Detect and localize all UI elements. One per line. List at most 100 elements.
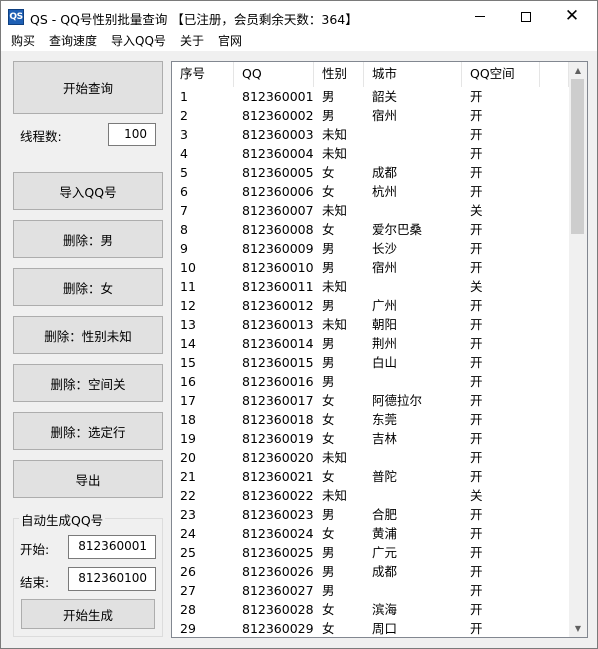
cell-city [364, 448, 462, 467]
cell-qzone: 开 [470, 260, 483, 275]
table-row[interactable]: 7 812360007 未知 关 [172, 201, 569, 220]
maximize-icon [521, 11, 531, 22]
delete-gender-unknown-button[interactable]: 删除：性别未知 [13, 316, 163, 354]
cell-qq: 812360004 [242, 146, 314, 161]
cell-qzone: 开 [470, 621, 483, 636]
cell-gender: 女 [322, 165, 335, 180]
table-row[interactable]: 25 812360025 男 广元 开 [172, 543, 569, 562]
cell-gender: 未知 [322, 450, 348, 465]
cell-gender: 女 [322, 222, 335, 237]
cell-qzone: 开 [470, 545, 483, 560]
table-row[interactable]: 14 812360014 男 荆州 开 [172, 334, 569, 353]
cell-index: 26 [180, 564, 196, 579]
column-header-index[interactable]: 序号 [172, 62, 234, 87]
menu-buy[interactable]: 购买 [1, 32, 42, 51]
cell-gender: 女 [322, 393, 335, 408]
table-row[interactable]: 23 812360023 男 合肥 开 [172, 505, 569, 524]
table-row[interactable]: 11 812360011 未知 关 [172, 277, 569, 296]
cell-city: 广元 [372, 545, 398, 560]
cell-index: 24 [180, 526, 196, 541]
cell-qzone: 开 [470, 146, 483, 161]
app-logo-icon[interactable]: QS [8, 9, 24, 25]
cell-qq: 812360016 [242, 374, 314, 389]
cell-gender: 未知 [322, 279, 348, 294]
table-row[interactable]: 26 812360026 男 成都 开 [172, 562, 569, 581]
cell-qq: 812360011 [242, 279, 314, 294]
table-row[interactable]: 9 812360009 男 长沙 开 [172, 239, 569, 258]
delete-selected-rows-button[interactable]: 删除：选定行 [13, 412, 163, 450]
thread-count-label: 线程数: [20, 129, 62, 144]
table-row[interactable]: 17 812360017 女 阿德拉尔 开 [172, 391, 569, 410]
table-row[interactable]: 16 812360016 男 开 [172, 372, 569, 391]
cell-gender: 女 [322, 621, 335, 636]
list-header: 序号 QQ 性别 城市 QQ空间 [172, 62, 569, 87]
cell-qq: 812360001 [242, 89, 314, 104]
table-row[interactable]: 3 812360003 未知 开 [172, 125, 569, 144]
menu-about[interactable]: 关于 [173, 32, 211, 51]
table-row[interactable]: 20 812360020 未知 开 [172, 448, 569, 467]
column-header-city[interactable]: 城市 [364, 62, 462, 87]
table-row[interactable]: 28 812360028 女 滨海 开 [172, 600, 569, 619]
menu-query-speed[interactable]: 查询速度 [42, 32, 104, 51]
table-row[interactable]: 21 812360021 女 普陀 开 [172, 467, 569, 486]
column-header-qq[interactable]: QQ [234, 62, 314, 87]
table-row[interactable]: 2 812360002 男 宿州 开 [172, 106, 569, 125]
menu-bar: 购买 查询速度 导入QQ号 关于 官网 [1, 32, 597, 51]
scroll-up-arrow-icon[interactable]: ▲ [569, 62, 587, 79]
cell-qzone: 开 [470, 469, 483, 484]
column-header-blank[interactable] [540, 62, 569, 87]
cell-city: 宿州 [372, 108, 398, 123]
table-row[interactable]: 24 812360024 女 黄浦 开 [172, 524, 569, 543]
table-row[interactable]: 4 812360004 未知 开 [172, 144, 569, 163]
title-bar[interactable]: QS QS - QQ号性别批量查询 【已注册，会员剩余天数：364】 ✕ [1, 1, 597, 32]
start-number-input[interactable]: 812360001 [68, 535, 156, 559]
export-button[interactable]: 导出 [13, 460, 163, 498]
cell-gender: 男 [322, 564, 335, 579]
close-button[interactable]: ✕ [549, 1, 595, 32]
table-row[interactable]: 1 812360001 男 韶关 开 [172, 87, 569, 106]
scroll-thumb[interactable] [571, 79, 584, 234]
table-row[interactable]: 13 812360013 未知 朝阳 开 [172, 315, 569, 334]
menu-import-qq[interactable]: 导入QQ号 [104, 32, 173, 51]
table-row[interactable]: 15 812360015 男 白山 开 [172, 353, 569, 372]
table-row[interactable]: 22 812360022 未知 关 [172, 486, 569, 505]
table-row[interactable]: 27 812360027 男 开 [172, 581, 569, 600]
menu-website[interactable]: 官网 [211, 32, 249, 51]
table-row[interactable]: 8 812360008 女 爱尔巴桑 开 [172, 220, 569, 239]
column-header-qzone[interactable]: QQ空间 [462, 62, 540, 87]
table-row[interactable]: 10 812360010 男 宿州 开 [172, 258, 569, 277]
cell-gender: 男 [322, 298, 335, 313]
start-generate-button[interactable]: 开始生成 [21, 599, 155, 629]
results-list[interactable]: 序号 QQ 性别 城市 QQ空间 1 812360001 男韶关开 2 81236000… [171, 61, 588, 638]
cell-city: 成都 [372, 165, 398, 180]
table-row[interactable]: 19 812360019 女 吉林 开 [172, 429, 569, 448]
scroll-down-arrow-icon[interactable]: ▼ [569, 620, 587, 637]
cell-qzone: 开 [470, 222, 483, 237]
cell-index: 17 [180, 393, 196, 408]
maximize-button[interactable] [503, 1, 549, 32]
cell-gender: 未知 [322, 127, 348, 142]
cell-index: 1 [180, 89, 188, 104]
thread-count-input[interactable]: 100 [108, 123, 156, 146]
table-row[interactable]: 6 812360006 女 杭州 开 [172, 182, 569, 201]
delete-male-button[interactable]: 删除：男 [13, 220, 163, 258]
table-row[interactable]: 5 812360005 女 成都 开 [172, 163, 569, 182]
table-row[interactable]: 18 812360018 女 东莞 开 [172, 410, 569, 429]
import-qq-button[interactable]: 导入QQ号 [13, 172, 163, 210]
start-query-button[interactable]: 开始查询 [13, 61, 163, 114]
end-number-input[interactable]: 812360100 [68, 567, 156, 591]
cell-qq: 812360028 [242, 602, 314, 617]
delete-space-off-button[interactable]: 删除：空间关 [13, 364, 163, 402]
delete-female-button[interactable]: 删除：女 [13, 268, 163, 306]
minimize-button[interactable] [457, 1, 503, 32]
vertical-scrollbar[interactable]: ▲ ▼ [569, 62, 587, 637]
cell-qzone: 开 [470, 184, 483, 199]
app-window: QS QS - QQ号性别批量查询 【已注册，会员剩余天数：364】 ✕ 购买 … [0, 0, 598, 649]
cell-qzone: 开 [470, 89, 483, 104]
column-header-gender[interactable]: 性别 [314, 62, 364, 87]
table-row[interactable]: 29 812360029 女 周口 开 [172, 619, 569, 637]
cell-qq: 812360023 [242, 507, 314, 522]
end-number-label: 结束: [20, 575, 50, 590]
cell-gender: 女 [322, 602, 335, 617]
table-row[interactable]: 12 812360012 男 广州 开 [172, 296, 569, 315]
